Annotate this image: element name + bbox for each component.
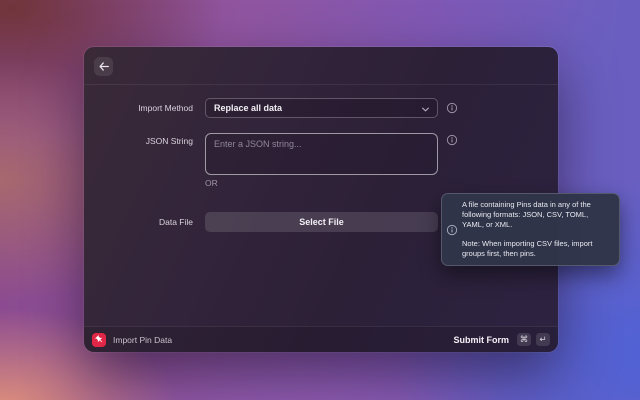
data-file-tooltip: A file containing Pins data in any of th… <box>441 193 620 266</box>
arrow-left-icon <box>99 59 109 74</box>
submit-form-label: Submit Form <box>454 335 510 345</box>
data-file-info-icon[interactable] <box>446 224 458 236</box>
pins-app-icon <box>92 333 106 347</box>
json-string-label: JSON String <box>104 131 193 151</box>
tooltip-paragraph-formats: A file containing Pins data in any of th… <box>462 200 611 230</box>
select-file-button[interactable]: Select File <box>205 212 438 232</box>
submit-form-action[interactable]: Submit Form ⌘ ↵ <box>454 333 551 346</box>
desktop-background: Import Method Replace all data JSON Stri… <box>0 0 640 400</box>
command-name: Import Pin Data <box>113 335 172 345</box>
or-separator: OR <box>205 178 218 188</box>
json-string-input[interactable] <box>205 133 438 175</box>
command-identity: Import Pin Data <box>92 333 454 347</box>
tooltip-paragraph-note: Note: When importing CSV files, import g… <box>462 239 611 259</box>
window-header <box>84 47 558 85</box>
import-method-info-icon[interactable] <box>446 102 458 114</box>
tooltip-text: A file containing Pins data in any of th… <box>462 200 611 259</box>
import-method-value: Replace all data <box>214 103 422 113</box>
data-file-label: Data File <box>104 212 193 232</box>
import-method-label: Import Method <box>104 98 193 118</box>
json-string-info-icon[interactable] <box>446 134 458 146</box>
chevron-down-icon <box>422 99 429 117</box>
import-method-dropdown[interactable]: Replace all data <box>205 98 438 118</box>
return-key-icon: ↵ <box>536 333 550 346</box>
back-button[interactable] <box>94 57 113 76</box>
cmd-key-icon: ⌘ <box>517 333 531 346</box>
action-bar: Import Pin Data Submit Form ⌘ ↵ <box>84 326 558 352</box>
